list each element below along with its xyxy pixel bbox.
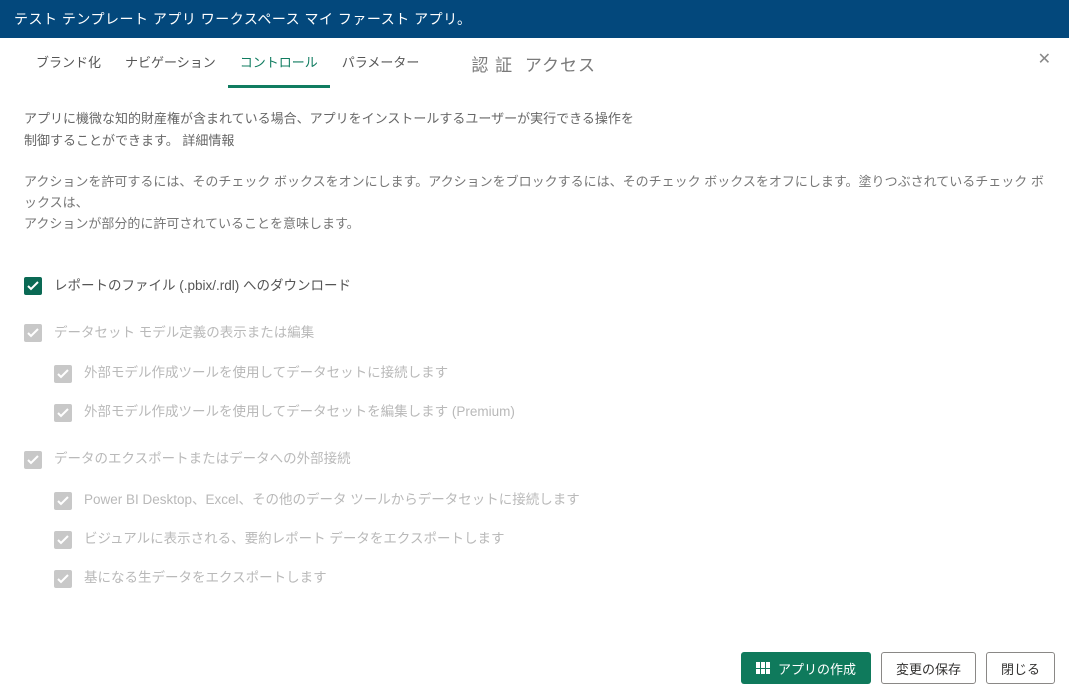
- check-dataset-sub2-row: 外部モデル作成ツールを使用してデータセットを編集します (Premium): [54, 401, 1045, 424]
- check-export-sub2-row: ビジュアルに表示される、要約レポート データをエクスポートします: [54, 528, 1045, 551]
- tab-branding[interactable]: ブランド化: [24, 38, 113, 88]
- intro-text: アプリに機微な知的財産権が含まれている場合、アプリをインストールするユーザーが実…: [24, 108, 1045, 152]
- check-dataset-sub1-row: 外部モデル作成ツールを使用してデータセットに接続します: [54, 362, 1045, 385]
- check-export-sub3-box[interactable]: [54, 570, 72, 588]
- check-export-sub3-row: 基になる生データをエクスポートします: [54, 567, 1045, 590]
- check-export-sub3-label: 基になる生データをエクスポートします: [84, 567, 327, 590]
- header-title: テスト テンプレート アプリ ワークスペース マイ ファースト アプリ。: [14, 9, 472, 29]
- note-line1: アクションを許可するには、そのチェック ボックスをオンにします。アクションをブロ…: [24, 174, 1044, 210]
- close-button-label: 閉じる: [1001, 659, 1040, 678]
- tab-group-auth-access[interactable]: 認 証 アクセス: [471, 51, 596, 76]
- create-app-label: アプリの作成: [778, 659, 856, 678]
- tab-row: ブランド化 ナビゲーション コントロール パラメーター 認 証 アクセス ✕: [0, 38, 1069, 88]
- check-download-label: レポートのファイル (.pbix/.rdl) へのダウンロード: [54, 275, 351, 298]
- checkmark-icon: [27, 328, 39, 338]
- checks-area: レポートのファイル (.pbix/.rdl) へのダウンロード データセット モ…: [24, 275, 1045, 591]
- checkmark-icon: [57, 369, 69, 379]
- check-dataset-sub2-box[interactable]: [54, 404, 72, 422]
- tab-auth-label: 認 証: [471, 56, 513, 75]
- check-export-sub1-row: Power BI Desktop、Excel、その他のデータ ツールからデータセ…: [54, 489, 1045, 512]
- checkmark-icon: [57, 408, 69, 418]
- check-export-group-box[interactable]: [24, 451, 42, 469]
- tab-access-label: アクセス: [525, 56, 596, 75]
- check-export-sub1-box[interactable]: [54, 492, 72, 510]
- check-dataset-sub1-box[interactable]: [54, 365, 72, 383]
- close-icon[interactable]: ✕: [1038, 52, 1051, 68]
- intro-line1: アプリに機微な知的財産権が含まれている場合、アプリをインストールするユーザーが実…: [24, 111, 634, 126]
- check-dataset-group-label: データセット モデル定義の表示または編集: [54, 322, 314, 345]
- footer-buttons: アプリの作成 変更の保存 閉じる: [741, 652, 1055, 684]
- check-export-sub2-label: ビジュアルに表示される、要約レポート データをエクスポートします: [84, 528, 505, 551]
- check-download-row: レポートのファイル (.pbix/.rdl) へのダウンロード: [24, 275, 1045, 298]
- save-changes-button[interactable]: 変更の保存: [881, 652, 976, 684]
- check-dataset-sub2-label: 外部モデル作成ツールを使用してデータセットを編集します (Premium): [84, 401, 515, 424]
- check-dataset-sub1-label: 外部モデル作成ツールを使用してデータセットに接続します: [84, 362, 448, 385]
- app-grid-icon: [756, 662, 770, 674]
- save-changes-label: 変更の保存: [896, 659, 961, 678]
- checkmark-icon: [57, 535, 69, 545]
- tab-parameter[interactable]: パラメーター: [330, 38, 432, 88]
- more-info-link[interactable]: 詳細情報: [182, 133, 234, 148]
- check-export-group-row: データのエクスポートまたはデータへの外部接続: [24, 448, 1045, 471]
- check-download-box[interactable]: [24, 277, 42, 295]
- checkmark-icon: [57, 496, 69, 506]
- check-dataset-group-box[interactable]: [24, 324, 42, 342]
- checkmark-icon: [27, 281, 39, 291]
- check-export-sub2-box[interactable]: [54, 531, 72, 549]
- checkmark-icon: [27, 455, 39, 465]
- checkmark-icon: [57, 574, 69, 584]
- tab-control[interactable]: コントロール: [228, 38, 330, 88]
- close-button[interactable]: 閉じる: [986, 652, 1055, 684]
- body-area: アプリに機微な知的財産権が含まれている場合、アプリをインストールするユーザーが実…: [0, 88, 1069, 590]
- create-app-button[interactable]: アプリの作成: [741, 652, 871, 684]
- check-export-group-label: データのエクスポートまたはデータへの外部接続: [54, 448, 351, 471]
- intro-line2-prefix: 制御することができます。: [24, 133, 179, 148]
- app-header: テスト テンプレート アプリ ワークスペース マイ ファースト アプリ。: [0, 0, 1069, 38]
- tab-navigation[interactable]: ナビゲーション: [113, 38, 228, 88]
- note-line2: アクションが部分的に許可されていることを意味します。: [24, 216, 360, 231]
- check-export-sub1-label: Power BI Desktop、Excel、その他のデータ ツールからデータセ…: [84, 489, 580, 512]
- check-dataset-group-row: データセット モデル定義の表示または編集: [24, 322, 1045, 345]
- note-text: アクションを許可するには、そのチェック ボックスをオンにします。アクションをブロ…: [24, 172, 1045, 234]
